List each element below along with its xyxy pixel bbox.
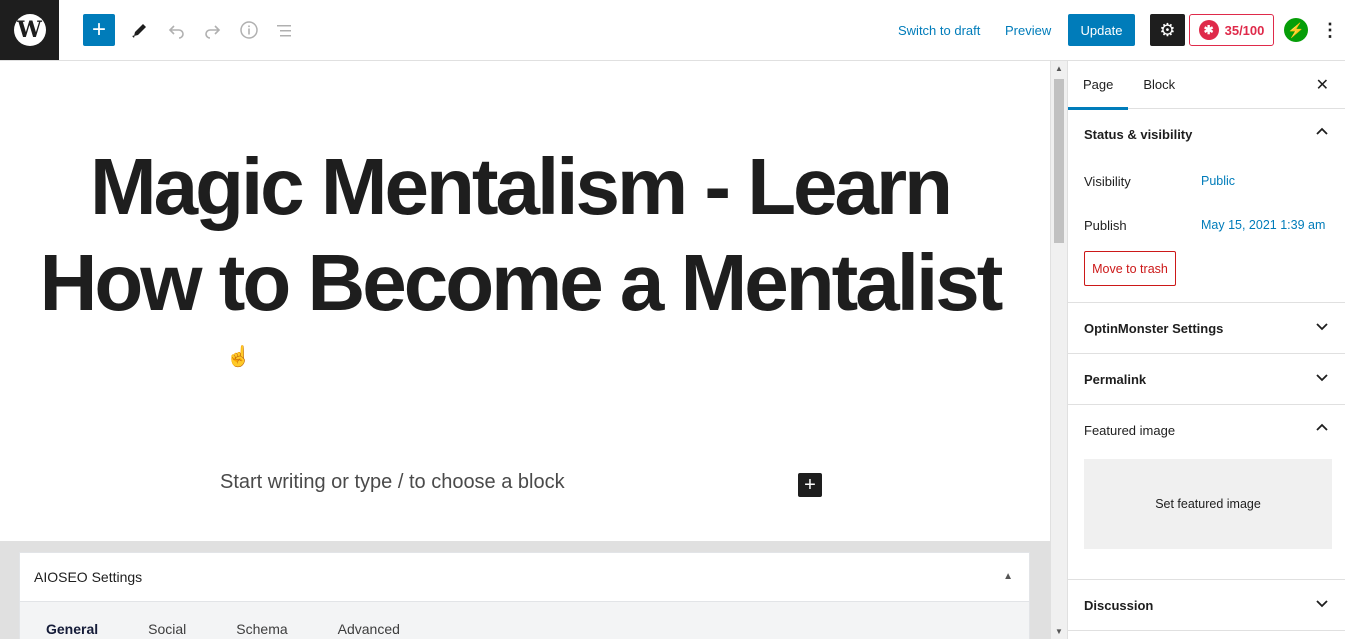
preview-button[interactable]: Preview — [1005, 14, 1051, 46]
details-button[interactable] — [235, 14, 263, 46]
inline-add-block-button[interactable]: + — [798, 473, 822, 497]
panel-title: Permalink — [1084, 371, 1147, 387]
panel-discussion-header[interactable]: Discussion — [1068, 580, 1345, 630]
panel-status-visibility: Status & visibility Visibility Public Pu… — [1068, 109, 1345, 303]
wordpress-icon: W — [13, 14, 46, 46]
scroll-up-arrow-icon[interactable]: ▲ — [1055, 64, 1063, 73]
aioseo-metabox-title: AIOSEO Settings — [34, 569, 143, 585]
gear-icon: ⚙ — [1159, 19, 1176, 40]
panel-optinmonster: OptinMonster Settings — [1068, 303, 1345, 354]
add-block-button[interactable]: + — [83, 14, 115, 46]
tab-page[interactable]: Page — [1068, 61, 1129, 110]
scrollbar-thumb[interactable] — [1054, 79, 1064, 243]
panel-permalink-header[interactable]: Permalink — [1068, 354, 1345, 404]
panel-title: Featured image — [1084, 422, 1176, 438]
redo-icon — [205, 25, 221, 39]
edit-tool-button[interactable] — [126, 14, 154, 46]
panel-title: Discussion — [1084, 597, 1154, 613]
undo-icon — [168, 25, 184, 39]
panel-featured-image: Featured image Set featured image — [1068, 405, 1345, 580]
metabox-area: AIOSEO Settings ▲ General Social Schema … — [0, 541, 1050, 639]
aioseo-tab-advanced[interactable]: Advanced — [338, 621, 400, 639]
settings-button[interactable]: ⚙ — [1150, 14, 1185, 46]
sidebar-tabs: Page Block ✕ — [1068, 61, 1345, 110]
panel-featured-image-header[interactable]: Featured image — [1068, 405, 1345, 455]
switch-to-draft-button[interactable]: Switch to draft — [898, 14, 980, 46]
aioseo-metabox-header[interactable]: AIOSEO Settings ▲ — [20, 553, 1029, 602]
chevron-down-icon — [1316, 374, 1328, 382]
chevron-up-icon — [1316, 423, 1328, 431]
aioseo-icon: ✱ — [1198, 20, 1219, 40]
collapse-triangle-icon[interactable]: ▲ — [1003, 571, 1013, 582]
panel-discussion: Discussion — [1068, 580, 1345, 631]
block-placeholder[interactable]: Start writing or type / to choose a bloc… — [220, 471, 565, 494]
info-icon — [240, 21, 258, 39]
editor-header: W + Switch to draft Preview Update ⚙ ✱ 3… — [0, 0, 1345, 61]
panel-title: Status & visibility — [1084, 126, 1193, 142]
aioseo-tab-general[interactable]: General — [46, 621, 98, 639]
jetpack-icon: ⚡ — [1284, 18, 1308, 42]
list-view-button[interactable] — [271, 14, 299, 46]
aioseo-score-button[interactable]: ✱ 35/100 — [1189, 14, 1274, 46]
wordpress-logo-button[interactable]: W — [0, 0, 59, 60]
chevron-down-icon — [1316, 600, 1328, 608]
pencil-icon — [132, 24, 146, 38]
aioseo-metabox: AIOSEO Settings ▲ General Social Schema … — [19, 552, 1030, 639]
update-button[interactable]: Update — [1068, 14, 1135, 46]
aioseo-tab-social[interactable]: Social — [148, 621, 186, 639]
aioseo-tab-schema[interactable]: Schema — [236, 621, 287, 639]
move-to-trash-button[interactable]: Move to trash — [1084, 251, 1176, 286]
editor-canvas: Magic Mentalism - Learn How to Become a … — [0, 61, 1050, 541]
publish-row: Publish May 15, 2021 1:39 am — [1068, 203, 1345, 247]
seo-score-value: 35/100 — [1224, 22, 1265, 38]
aioseo-tabs: General Social Schema Advanced — [20, 602, 1029, 639]
post-title[interactable]: Magic Mentalism - Learn How to Become a … — [30, 139, 1010, 331]
list-view-icon — [277, 25, 291, 37]
hand-cursor-icon: ☝ — [226, 346, 251, 368]
more-options-button[interactable]: ⋮ — [1320, 14, 1340, 46]
close-icon[interactable]: ✕ — [1316, 75, 1329, 95]
set-featured-image-button[interactable]: Set featured image — [1084, 459, 1332, 549]
chevron-up-icon — [1316, 127, 1328, 135]
editor-scrollbar[interactable]: ▲ ▼ — [1050, 61, 1067, 639]
panel-title: OptinMonster Settings — [1084, 320, 1224, 336]
tab-block[interactable]: Block — [1128, 61, 1190, 109]
visibility-label: Visibility — [1084, 173, 1131, 189]
undo-button[interactable] — [163, 14, 191, 46]
visibility-value-link[interactable]: Public — [1201, 174, 1235, 188]
visibility-row: Visibility Public — [1068, 159, 1345, 203]
scroll-down-arrow-icon[interactable]: ▼ — [1055, 627, 1063, 636]
jetpack-button[interactable]: ⚡ — [1283, 14, 1309, 46]
panel-permalink: Permalink — [1068, 354, 1345, 405]
panel-status-visibility-header[interactable]: Status & visibility — [1068, 109, 1345, 159]
panel-optinmonster-header[interactable]: OptinMonster Settings — [1068, 303, 1345, 353]
publish-label: Publish — [1084, 217, 1127, 233]
more-vertical-icon: ⋮ — [1321, 19, 1339, 40]
settings-sidebar: Page Block ✕ Status & visibility Visibil… — [1067, 61, 1345, 639]
chevron-down-icon — [1316, 323, 1328, 331]
redo-button[interactable] — [198, 14, 226, 46]
publish-date-link[interactable]: May 15, 2021 1:39 am — [1201, 218, 1325, 232]
